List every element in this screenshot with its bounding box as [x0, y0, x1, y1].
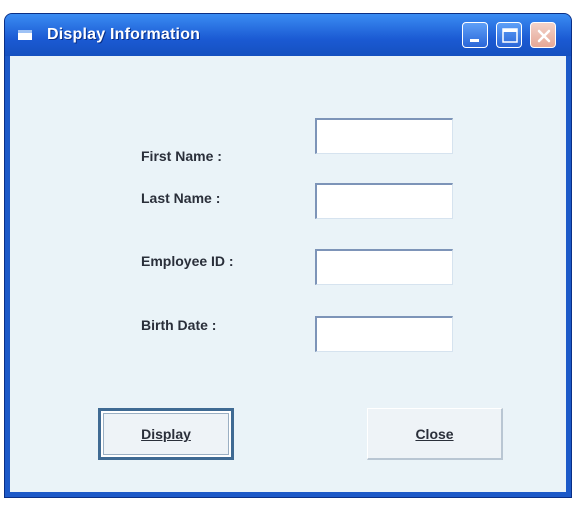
last-name-field[interactable] — [315, 183, 453, 219]
app-icon — [18, 30, 32, 40]
maximize-icon — [502, 28, 518, 43]
minimize-button[interactable] — [462, 22, 488, 48]
close-button-label: Close — [415, 425, 454, 442]
birth-date-label: Birth Date : — [141, 317, 217, 333]
employee-id-field[interactable] — [315, 249, 453, 285]
birth-date-field[interactable] — [315, 316, 453, 352]
close-button[interactable]: Close — [367, 408, 503, 460]
window-title: Display Information — [47, 26, 201, 43]
display-button[interactable]: Display — [98, 408, 234, 460]
minimize-icon — [470, 39, 479, 42]
close-window-button[interactable] — [530, 22, 556, 48]
maximize-button[interactable] — [496, 22, 522, 48]
last-name-input[interactable] — [317, 185, 452, 218]
birth-date-input[interactable] — [317, 318, 452, 351]
app-window: Display Information First Name : Last Na… — [5, 14, 571, 497]
first-name-input[interactable] — [317, 120, 452, 153]
form-client-area: First Name : Last Name : Employee ID : B… — [10, 56, 566, 492]
employee-id-label: Employee ID : — [141, 253, 234, 269]
title-bar[interactable]: Display Information — [5, 14, 571, 56]
display-button-label: Display — [141, 426, 191, 442]
employee-id-input[interactable] — [317, 251, 452, 284]
first-name-field[interactable] — [315, 118, 453, 154]
close-icon — [537, 29, 551, 43]
last-name-label: Last Name : — [141, 190, 221, 206]
first-name-label: First Name : — [141, 148, 222, 164]
